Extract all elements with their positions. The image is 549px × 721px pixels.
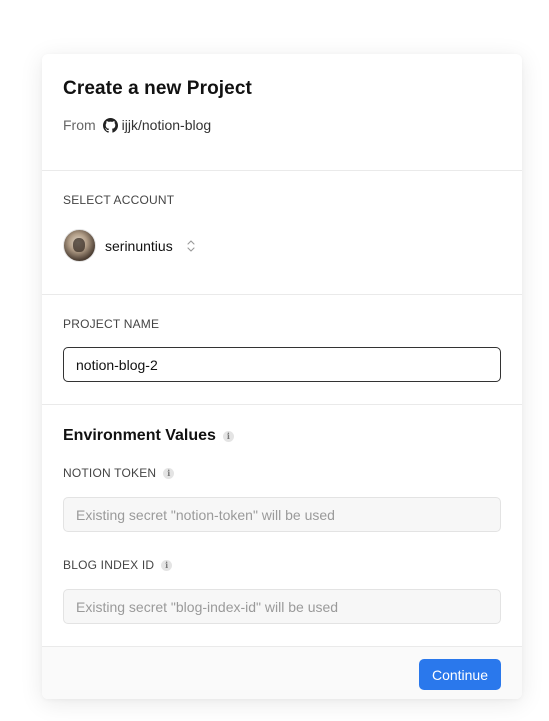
environment-section: Environment Values i NOTION TOKEN i BLOG…: [42, 404, 522, 646]
footer-section: Continue: [42, 646, 522, 699]
continue-button[interactable]: Continue: [418, 659, 501, 690]
repo-name[interactable]: ijjk/notion-blog: [122, 117, 212, 133]
notion-token-label-text: NOTION TOKEN: [63, 466, 157, 480]
info-icon[interactable]: i: [163, 467, 175, 479]
source-repo-row: From ijjk/notion-blog: [63, 117, 211, 133]
create-project-card: Create a new Project From ijjk/notion-bl…: [42, 54, 522, 699]
account-switcher[interactable]: serinuntius: [63, 229, 196, 262]
page-title: Create a new Project: [63, 78, 252, 99]
notion-token-label: NOTION TOKEN i: [63, 466, 175, 480]
blog-index-id-input[interactable]: [63, 589, 501, 624]
info-icon[interactable]: i: [222, 430, 234, 442]
blog-index-id-label-text: BLOG INDEX ID: [63, 558, 155, 572]
info-icon[interactable]: i: [161, 559, 173, 571]
environment-title-text: Environment Values: [63, 427, 216, 444]
notion-token-input[interactable]: [63, 497, 501, 532]
project-name-label: PROJECT NAME: [63, 317, 160, 331]
select-account-label: SELECT ACCOUNT: [63, 193, 175, 207]
avatar: [63, 229, 96, 262]
account-username: serinuntius: [105, 237, 173, 254]
from-label: From: [63, 117, 96, 133]
chevron-updown-icon: [187, 239, 195, 252]
environment-title: Environment Values i: [63, 427, 234, 445]
project-name-section: PROJECT NAME: [42, 294, 522, 404]
github-icon: [102, 117, 118, 133]
header-section: Create a new Project From ijjk/notion-bl…: [42, 54, 522, 170]
project-name-input[interactable]: [63, 347, 501, 382]
blog-index-id-label: BLOG INDEX ID i: [63, 558, 173, 572]
select-account-section: SELECT ACCOUNT serinuntius: [42, 170, 522, 294]
